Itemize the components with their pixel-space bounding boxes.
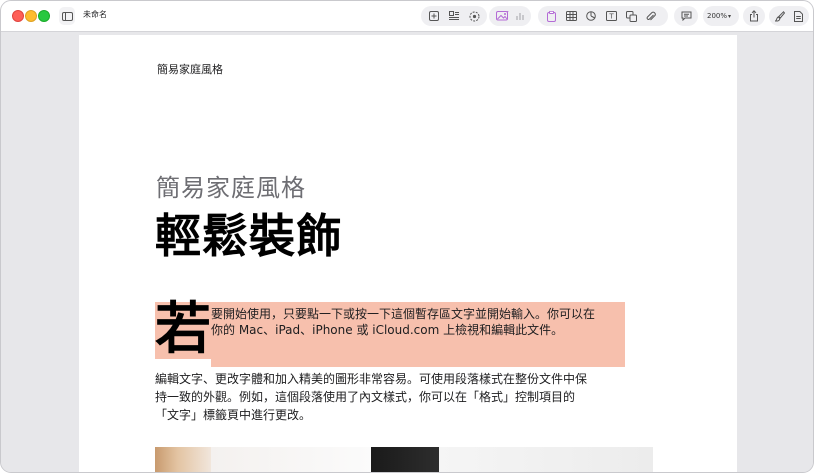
- collaborate-button[interactable]: [465, 7, 483, 25]
- chart-button[interactable]: [582, 7, 600, 25]
- intro-line-1: 要開始使用，只要點一下或按一下這個暫存區文字並開始輸入。你可以在: [211, 307, 596, 321]
- toolbar-group-insert: [421, 6, 487, 26]
- text-box-button[interactable]: T: [602, 7, 620, 25]
- chevron-down-icon: ▾: [728, 12, 732, 20]
- pie-chart-icon: [586, 11, 596, 21]
- body-line-1: 編輯文字、更改字體和加入精美的圖形非常容易。可使用段落樣式在整份文件中保: [155, 372, 588, 386]
- paperclip-icon: [646, 11, 656, 20]
- photo-wood-region: [155, 447, 211, 472]
- intro-paragraph[interactable]: 要開始使用，只要點一下或按一下這個暫存區文字並開始輸入。你可以在 你的 Mac、…: [211, 306, 595, 338]
- chart-icon: [516, 13, 524, 20]
- comment-icon: [681, 11, 691, 21]
- toolbar-group-media: [489, 6, 531, 26]
- placeholder-photo[interactable]: [155, 447, 653, 472]
- body-line-2: 持一致的外觀。例如，這個段落使用了內文樣式，你可以在「格式」控制項目的: [155, 390, 576, 404]
- add-page-button[interactable]: [425, 7, 443, 25]
- app-window: 未命名 T 200% ▾ 簡易家庭風格 簡易家庭風格 輕鬆裝飾 若 要開始使用，…: [0, 0, 814, 473]
- document-title: 未命名: [83, 10, 107, 19]
- add-chart-button: [512, 7, 528, 25]
- zoom-control[interactable]: 200% ▾: [703, 6, 739, 26]
- toolbar-group-comment: [674, 6, 698, 26]
- document-button[interactable]: [789, 7, 807, 25]
- clipboard-icon: [546, 10, 556, 22]
- collaborate-icon: [469, 11, 479, 21]
- share-button[interactable]: [745, 7, 763, 25]
- photo-light-region: [211, 447, 371, 472]
- svg-text:T: T: [608, 13, 614, 21]
- body-paragraph[interactable]: 編輯文字、更改字體和加入精美的圖形非常容易。可使用段落樣式在整份文件中保 持一致…: [155, 370, 655, 424]
- insert-button[interactable]: [445, 7, 463, 25]
- text-box-icon: T: [605, 11, 617, 21]
- clipboard-button[interactable]: [542, 7, 560, 25]
- table-icon: [565, 11, 577, 21]
- toolbar-group-objects: T: [538, 6, 668, 26]
- document-canvas[interactable]: 簡易家庭風格 簡易家庭風格 輕鬆裝飾 若 要開始使用，只要點一下或按一下這個暫存…: [1, 32, 813, 472]
- zoom-window-button[interactable]: [38, 10, 50, 22]
- paintbrush-icon: [775, 10, 785, 22]
- shape-button[interactable]: [622, 7, 640, 25]
- plus-square-icon: [429, 11, 439, 21]
- close-window-button[interactable]: [12, 10, 24, 22]
- sidebar-icon: [61, 11, 73, 21]
- comment-button[interactable]: [677, 7, 695, 25]
- page-header[interactable]: 簡易家庭風格: [157, 61, 223, 77]
- document-icon: [793, 10, 803, 22]
- body-line-3: 「文字」標籤頁中進行更改。: [155, 408, 312, 422]
- drop-cap[interactable]: 若: [155, 300, 211, 360]
- shape-icon: [625, 10, 637, 22]
- zoom-label: 200%: [707, 12, 728, 20]
- minimize-window-button[interactable]: [25, 10, 37, 22]
- photo-dark-region: [371, 447, 439, 472]
- table-button[interactable]: [562, 7, 580, 25]
- photo-icon: [495, 11, 508, 21]
- toolbar-group-inspectors: [769, 6, 809, 26]
- share-icon: [750, 10, 758, 22]
- document-subtitle[interactable]: 簡易家庭風格: [156, 168, 306, 203]
- intro-line-2: 你的 Mac、iPad、iPhone 或 iCloud.com 上檢視和編輯此文…: [211, 323, 564, 337]
- attachment-button[interactable]: [642, 7, 660, 25]
- paragraph-list-icon: [449, 11, 459, 20]
- photo-right-region: [439, 447, 653, 472]
- format-button[interactable]: [771, 7, 789, 25]
- document-page[interactable]: 簡易家庭風格 簡易家庭風格 輕鬆裝飾 若 要開始使用，只要點一下或按一下這個暫存…: [79, 35, 737, 472]
- toolbar-group-share: [743, 6, 765, 26]
- add-media-button[interactable]: [492, 7, 512, 25]
- sidebar-toggle-button[interactable]: [59, 7, 75, 25]
- title-bar: 未命名 T 200% ▾: [1, 1, 813, 32]
- document-title-heading[interactable]: 輕鬆裝飾: [155, 200, 343, 266]
